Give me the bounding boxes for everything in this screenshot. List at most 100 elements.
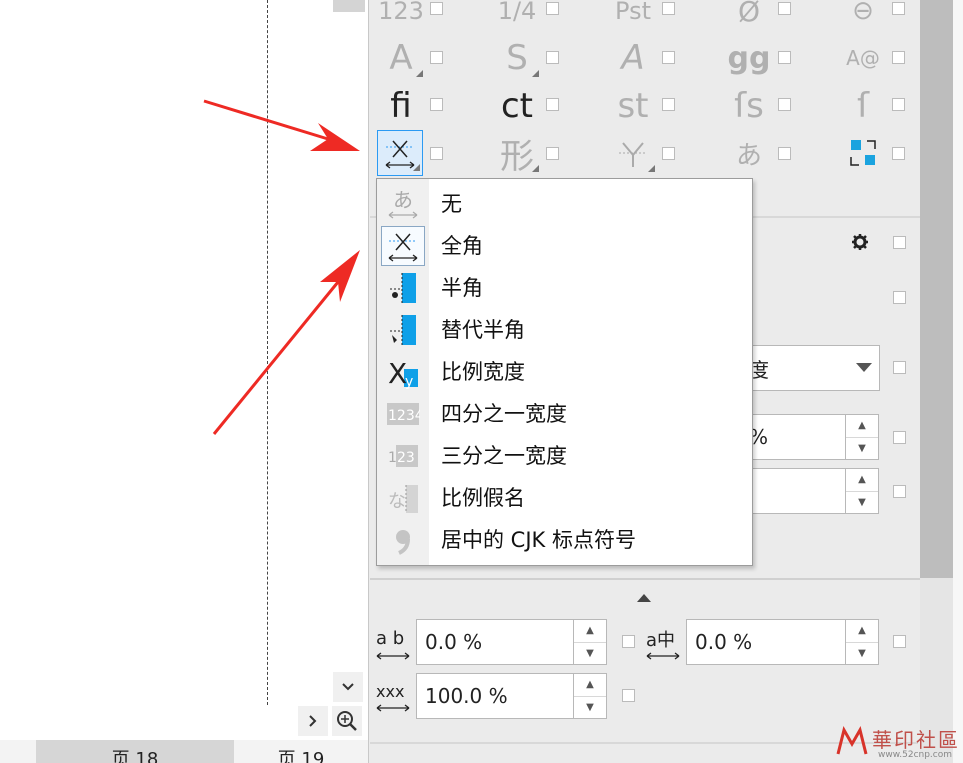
dropdown-item-half-width[interactable]: 半角 — [377, 267, 752, 309]
chevron-down-icon[interactable] — [856, 363, 872, 372]
feature-checkbox[interactable] — [662, 98, 675, 111]
feature-checkbox[interactable] — [778, 51, 791, 64]
feature-checkbox[interactable] — [546, 2, 559, 15]
feature-checkbox[interactable] — [430, 147, 443, 160]
scroll-down-button[interactable] — [333, 672, 363, 702]
option-checkbox[interactable] — [893, 635, 906, 648]
panel-scrollbar-thumb[interactable] — [920, 0, 953, 578]
feature-checkbox[interactable] — [778, 2, 791, 15]
feature-cell[interactable]: 1/4 — [493, 0, 541, 34]
character-spacing-spinner[interactable]: ▲ ▼ — [573, 619, 607, 665]
feature-cell[interactable]: gg — [725, 35, 773, 81]
feature-glyph: あ — [735, 140, 762, 171]
spin-down-icon[interactable]: ▼ — [846, 438, 878, 460]
dropdown-item-proportional-kana[interactable]: な 比例假名 — [377, 477, 752, 519]
quarter-width-icon: 1234 — [381, 394, 425, 434]
feature-checkbox[interactable] — [662, 147, 675, 160]
feature-checkbox[interactable] — [892, 147, 905, 160]
feature-cell[interactable]: st — [609, 83, 657, 129]
page-tab-19[interactable]: 页 19 — [234, 740, 368, 763]
spin-up-icon[interactable]: ▲ — [574, 674, 606, 697]
option-checkbox[interactable] — [622, 635, 635, 648]
dropdown-item-centered-cjk-punctuation[interactable]: 居中的 CJK 标点符号 — [377, 519, 752, 561]
dropdown-item-label: 替代半角 — [441, 318, 525, 342]
feature-cell[interactable]: Pst — [609, 0, 657, 34]
spin-up-icon[interactable]: ▲ — [846, 469, 878, 492]
spin-down-icon[interactable]: ▼ — [574, 697, 606, 719]
feature-cell[interactable]: Ø — [725, 0, 773, 34]
feature-glyph: 123 — [378, 0, 424, 25]
feature-cell[interactable]: あ — [725, 130, 773, 176]
zoom-navigator-button[interactable] — [332, 706, 362, 736]
feature-checkbox[interactable] — [430, 51, 443, 64]
dropdown-item-none[interactable]: あ 无 — [377, 183, 752, 225]
feature-cell[interactable]: 123 — [377, 0, 425, 34]
feature-cell[interactable]: ﬁ — [377, 83, 425, 129]
value-field[interactable] — [740, 468, 846, 514]
percent-field[interactable]: % — [740, 414, 846, 460]
dropdown-item-full-width[interactable]: 全角 — [377, 225, 752, 267]
language-spacing-spinner[interactable]: ▲ ▼ — [845, 619, 879, 665]
feature-checkbox[interactable] — [546, 147, 559, 160]
feature-cell[interactable]: A — [377, 35, 425, 81]
percent-spinner[interactable]: ▲ ▼ — [845, 414, 879, 460]
feature-checkbox[interactable] — [546, 98, 559, 111]
feature-cell[interactable]: ſs — [725, 83, 773, 129]
feature-checkbox[interactable] — [892, 98, 905, 111]
feature-checkbox[interactable] — [778, 147, 791, 160]
panel-scrollbar[interactable] — [920, 0, 953, 763]
spin-up-icon[interactable]: ▲ — [846, 620, 878, 643]
value-spinner[interactable]: ▲ ▼ — [845, 468, 879, 514]
feature-cell[interactable]: 形 — [493, 130, 541, 177]
canvas-scrollbar-thumb[interactable] — [333, 0, 365, 12]
spin-down-icon[interactable]: ▼ — [846, 643, 878, 665]
scroll-right-button[interactable] — [298, 706, 328, 736]
dropdown-item-label: 比例宽度 — [441, 360, 525, 384]
feature-cell[interactable]: A — [609, 35, 657, 81]
option-checkbox[interactable] — [893, 236, 906, 249]
spin-up-icon[interactable]: ▲ — [846, 415, 878, 438]
language-spacing-field[interactable]: 0.0 % — [686, 619, 846, 665]
word-spacing-field[interactable]: 100.0 % — [416, 673, 574, 719]
feature-cell[interactable]: ct — [493, 83, 541, 129]
option-checkbox[interactable] — [622, 689, 635, 702]
option-checkbox[interactable] — [893, 361, 906, 374]
spin-down-icon[interactable]: ▼ — [574, 643, 606, 665]
feature-checkbox[interactable] — [430, 98, 443, 111]
feature-checkbox[interactable] — [892, 51, 905, 64]
collapse-section-icon[interactable] — [637, 594, 651, 602]
feature-checkbox[interactable] — [662, 2, 675, 15]
option-checkbox[interactable] — [893, 485, 906, 498]
feature-cell[interactable] — [839, 130, 887, 176]
dropdown-item-quarter-width[interactable]: 1234 四分之一宽度 — [377, 393, 752, 435]
spin-up-icon[interactable]: ▲ — [574, 620, 606, 643]
word-spacing-spinner[interactable]: ▲ ▼ — [573, 673, 607, 719]
proportional-width-icon: y X — [381, 352, 425, 392]
feature-checkbox[interactable] — [778, 98, 791, 111]
dropdown-item-third-width[interactable]: 1 23 三分之一宽度 — [377, 435, 752, 477]
alternate-half-width-icon — [381, 310, 425, 350]
settings-gear-icon[interactable] — [851, 233, 869, 251]
dropdown-item-alternate-half-width[interactable]: 替代半角 — [377, 309, 752, 351]
feature-cell[interactable]: S — [493, 35, 541, 81]
feature-checkbox[interactable] — [662, 51, 675, 64]
character-spacing-field[interactable]: 0.0 % — [416, 619, 574, 665]
option-checkbox[interactable] — [893, 431, 906, 444]
annotation-arrow-right — [203, 99, 360, 151]
zoom-icon — [337, 711, 357, 731]
feature-cell[interactable]: A@ — [839, 35, 887, 81]
feature-checkbox[interactable] — [892, 2, 905, 15]
option-checkbox[interactable] — [893, 291, 906, 304]
feature-cell[interactable]: ſ — [839, 83, 887, 129]
dropdown-item-proportional-width[interactable]: y X 比例宽度 — [377, 351, 752, 393]
feature-cell[interactable]: ⊖ — [839, 0, 887, 34]
feature-checkbox[interactable] — [546, 51, 559, 64]
page-tab-18[interactable]: 页 18 — [36, 740, 234, 763]
feature-checkbox[interactable] — [430, 2, 443, 15]
proportional-kana-icon: な — [381, 478, 425, 518]
width-feature-cell[interactable] — [377, 130, 423, 176]
spin-down-icon[interactable]: ▼ — [846, 492, 878, 514]
panel-divider — [370, 578, 920, 580]
full-width-icon — [381, 226, 425, 266]
feature-cell[interactable] — [609, 130, 657, 176]
